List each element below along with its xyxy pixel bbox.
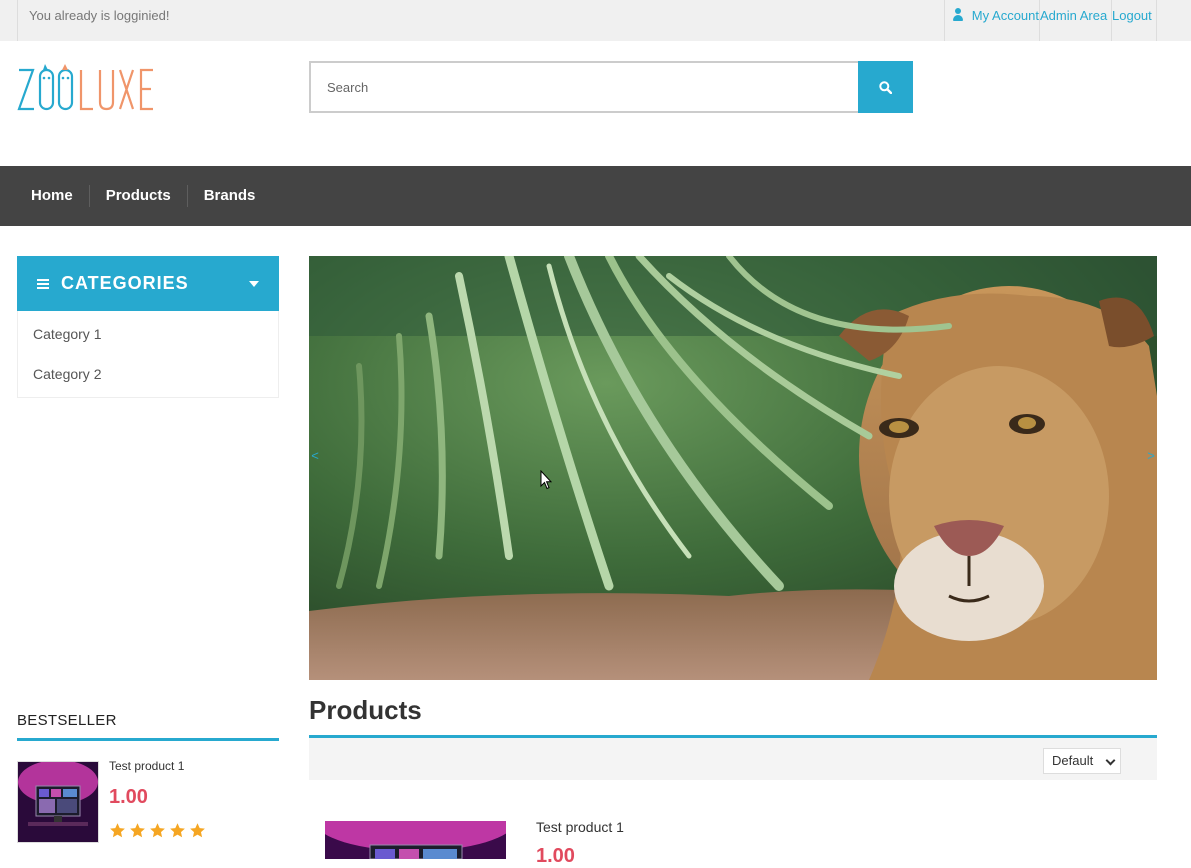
search-button[interactable] (858, 61, 913, 113)
caret-down-icon (249, 281, 259, 287)
bestseller-heading: BESTSELLER (17, 712, 279, 741)
my-account-link[interactable]: My Account (944, 0, 1039, 41)
hero-image (309, 256, 1157, 680)
star-icon (130, 823, 145, 838)
categories-toggle[interactable]: CATEGORIES (17, 256, 279, 311)
user-icon (952, 8, 964, 21)
product-name[interactable]: Test product 1 (536, 819, 624, 835)
account-links: My Account Admin Area Logout (944, 0, 1157, 41)
product-image[interactable] (325, 821, 506, 859)
products-toolbar: Default (309, 738, 1157, 780)
rating-stars (109, 822, 206, 839)
bestseller-product-price: 1.00 (109, 786, 148, 808)
search-input[interactable] (309, 61, 859, 113)
products-heading: Products (309, 695, 422, 725)
star-icon (110, 823, 125, 838)
star-icon (170, 823, 185, 838)
sort-select[interactable]: Default (1043, 748, 1121, 774)
top-bar: You already is logginied! My Account Adm… (0, 0, 1191, 41)
nav-item-home[interactable]: Home (15, 185, 89, 207)
logout-link[interactable]: Logout (1111, 0, 1157, 41)
slider-prev-arrow[interactable]: < (309, 446, 321, 466)
admin-area-link[interactable]: Admin Area (1039, 0, 1111, 41)
main-nav: Home Products Brands (0, 166, 1191, 226)
nav-item-products[interactable]: Products (88, 185, 187, 207)
search-icon (879, 80, 892, 94)
categories-title: CATEGORIES (61, 273, 189, 293)
mouse-cursor-icon (540, 470, 552, 490)
product-price: 1.00 (536, 845, 575, 867)
chevron-down-icon (1105, 755, 1116, 766)
star-icon (190, 823, 205, 838)
category-item[interactable]: Category 2 (18, 354, 278, 394)
bestseller-product-image[interactable] (17, 761, 99, 843)
category-item[interactable]: Category 1 (18, 314, 278, 354)
categories-list: Category 1 Category 2 (17, 311, 279, 398)
slider-next-arrow[interactable]: > (1145, 446, 1157, 466)
my-account-label: My Account (971, 8, 1039, 23)
site-logo[interactable] (17, 62, 169, 114)
login-status-message: You already is logginied! (17, 0, 169, 41)
hero-slider: < > (309, 256, 1157, 680)
sort-select-value: Default (1052, 753, 1094, 768)
nav-item-brands[interactable]: Brands (186, 185, 272, 207)
menu-icon (37, 278, 49, 289)
star-icon (150, 823, 165, 838)
bestseller-product-name[interactable]: Test product 1 (109, 759, 184, 773)
